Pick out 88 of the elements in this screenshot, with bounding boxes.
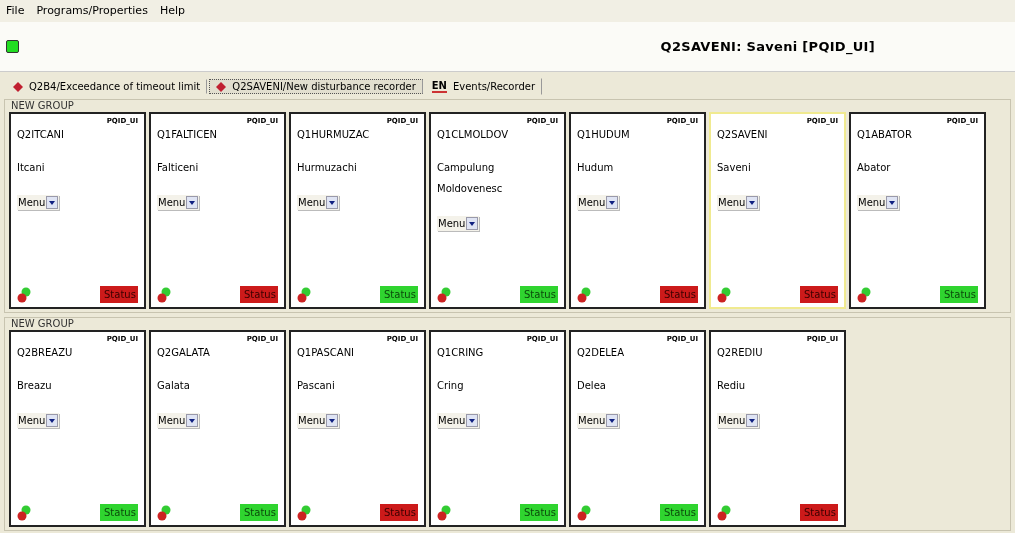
- menu-dropdown[interactable]: Menu: [577, 413, 620, 428]
- tab[interactable]: Q2B4/Exceedance of timeout limit: [6, 79, 208, 95]
- device-name: Breazu: [17, 380, 53, 391]
- menu-item[interactable]: File: [6, 4, 25, 20]
- device-name: Saveni: [717, 162, 752, 173]
- caret-icon: [326, 196, 339, 209]
- alarm-icon: [13, 81, 23, 92]
- device-code: Q1HURMUZAC: [297, 129, 371, 140]
- alarm-icon: [216, 81, 227, 92]
- device-name: Delea: [577, 380, 607, 391]
- device-code: Q2DELEA: [577, 347, 625, 358]
- connection-icon: [437, 505, 451, 521]
- device-name: Hudum: [577, 162, 615, 173]
- tab[interactable]: Q2SAVENI/New disturbance recorder: [209, 79, 423, 95]
- device-code: Q2SAVENI: [717, 129, 769, 140]
- device-code: Q2GALATA: [157, 347, 211, 358]
- status-button[interactable]: Status: [380, 286, 418, 303]
- device-name: Moldovenesc: [437, 183, 504, 194]
- menu-dropdown[interactable]: Menu: [157, 413, 200, 428]
- menu-dropdown[interactable]: Menu: [297, 195, 340, 210]
- device-code: Q1CLMOLDOV: [437, 129, 510, 140]
- caret-icon: [746, 196, 759, 209]
- menu-dropdown[interactable]: Menu: [717, 195, 760, 210]
- caret-icon: [46, 414, 59, 427]
- status-button[interactable]: Status: [240, 504, 278, 521]
- group-title: NEW GROUP: [11, 100, 75, 111]
- connection-icon: [717, 505, 731, 521]
- device-name: Abator: [857, 162, 892, 173]
- caret-icon: [326, 414, 339, 427]
- menu-dropdown[interactable]: Menu: [437, 216, 480, 231]
- connection-icon: [297, 505, 311, 521]
- device-code: Q1ABATOR: [857, 129, 913, 140]
- connection-icon: [577, 505, 591, 521]
- device-code: Q2BREAZU: [17, 347, 74, 358]
- tab-label: Events/Recorder: [453, 81, 536, 93]
- menu-item[interactable]: Help: [159, 4, 185, 20]
- device-code: Q2ITCANI: [17, 129, 65, 140]
- connection-icon: [17, 505, 31, 521]
- connection-icon: [297, 287, 311, 303]
- caret-icon: [746, 414, 759, 427]
- connection-icon: [437, 287, 451, 303]
- device-code: Q1HUDUM: [577, 129, 631, 140]
- connection-icon: [857, 287, 871, 303]
- status-button[interactable]: Status: [100, 504, 138, 521]
- caret-icon: [606, 196, 619, 209]
- device-code: Q1PASCANI: [297, 347, 356, 358]
- caret-icon: [46, 196, 59, 209]
- device-name: Cring: [437, 380, 465, 391]
- device-name: Galata: [157, 380, 191, 391]
- connection-icon: [717, 287, 731, 303]
- menu-item[interactable]: Programs/Properties: [36, 4, 148, 20]
- menu-dropdown[interactable]: Menu: [717, 413, 760, 428]
- group-title: NEW GROUP: [11, 318, 75, 329]
- device-code: Q2REDIU: [717, 347, 764, 358]
- connection-icon: [577, 287, 591, 303]
- menu-dropdown[interactable]: Menu: [17, 195, 60, 210]
- tab[interactable]: EN Events/Recorder: [424, 78, 543, 96]
- caret-icon: [186, 414, 199, 427]
- status-button[interactable]: Status: [520, 504, 558, 521]
- device-code: Q1FALTICEN: [157, 129, 218, 140]
- menu-dropdown[interactable]: Menu: [297, 413, 340, 428]
- device-name: Pascani: [297, 380, 336, 391]
- caret-icon: [886, 196, 899, 209]
- caret-icon: [466, 217, 479, 230]
- device-name: Campulung: [437, 162, 496, 173]
- connection-icon: [157, 287, 171, 303]
- tab-label: Q2SAVENI/New disturbance recorder: [232, 81, 416, 93]
- language-label: EN: [431, 80, 447, 94]
- menu-dropdown[interactable]: Menu: [577, 195, 620, 210]
- menu-dropdown[interactable]: Menu: [437, 413, 480, 428]
- caret-icon: [466, 414, 479, 427]
- caret-icon: [606, 414, 619, 427]
- connection-icon: [17, 287, 31, 303]
- device-name: Hurmuzachi: [297, 162, 358, 173]
- device-name: Rediu: [717, 380, 747, 391]
- status-button[interactable]: Status: [520, 286, 558, 303]
- caret-icon: [186, 196, 199, 209]
- device-name: Falticeni: [157, 162, 200, 173]
- connection-icon: [157, 505, 171, 521]
- menu-dropdown[interactable]: Menu: [157, 195, 200, 210]
- device-name: Itcani: [17, 162, 46, 173]
- menu-dropdown[interactable]: Menu: [857, 195, 900, 210]
- status-button[interactable]: Status: [660, 504, 698, 521]
- menu-dropdown[interactable]: Menu: [17, 413, 60, 428]
- device-code: Q1CRING: [437, 347, 485, 358]
- status-button[interactable]: Status: [940, 286, 978, 303]
- window-title: Q2SAVENI: Saveni [PQID_UI]: [660, 39, 875, 55]
- tab-label: Q2B4/Exceedance of timeout limit: [29, 81, 201, 93]
